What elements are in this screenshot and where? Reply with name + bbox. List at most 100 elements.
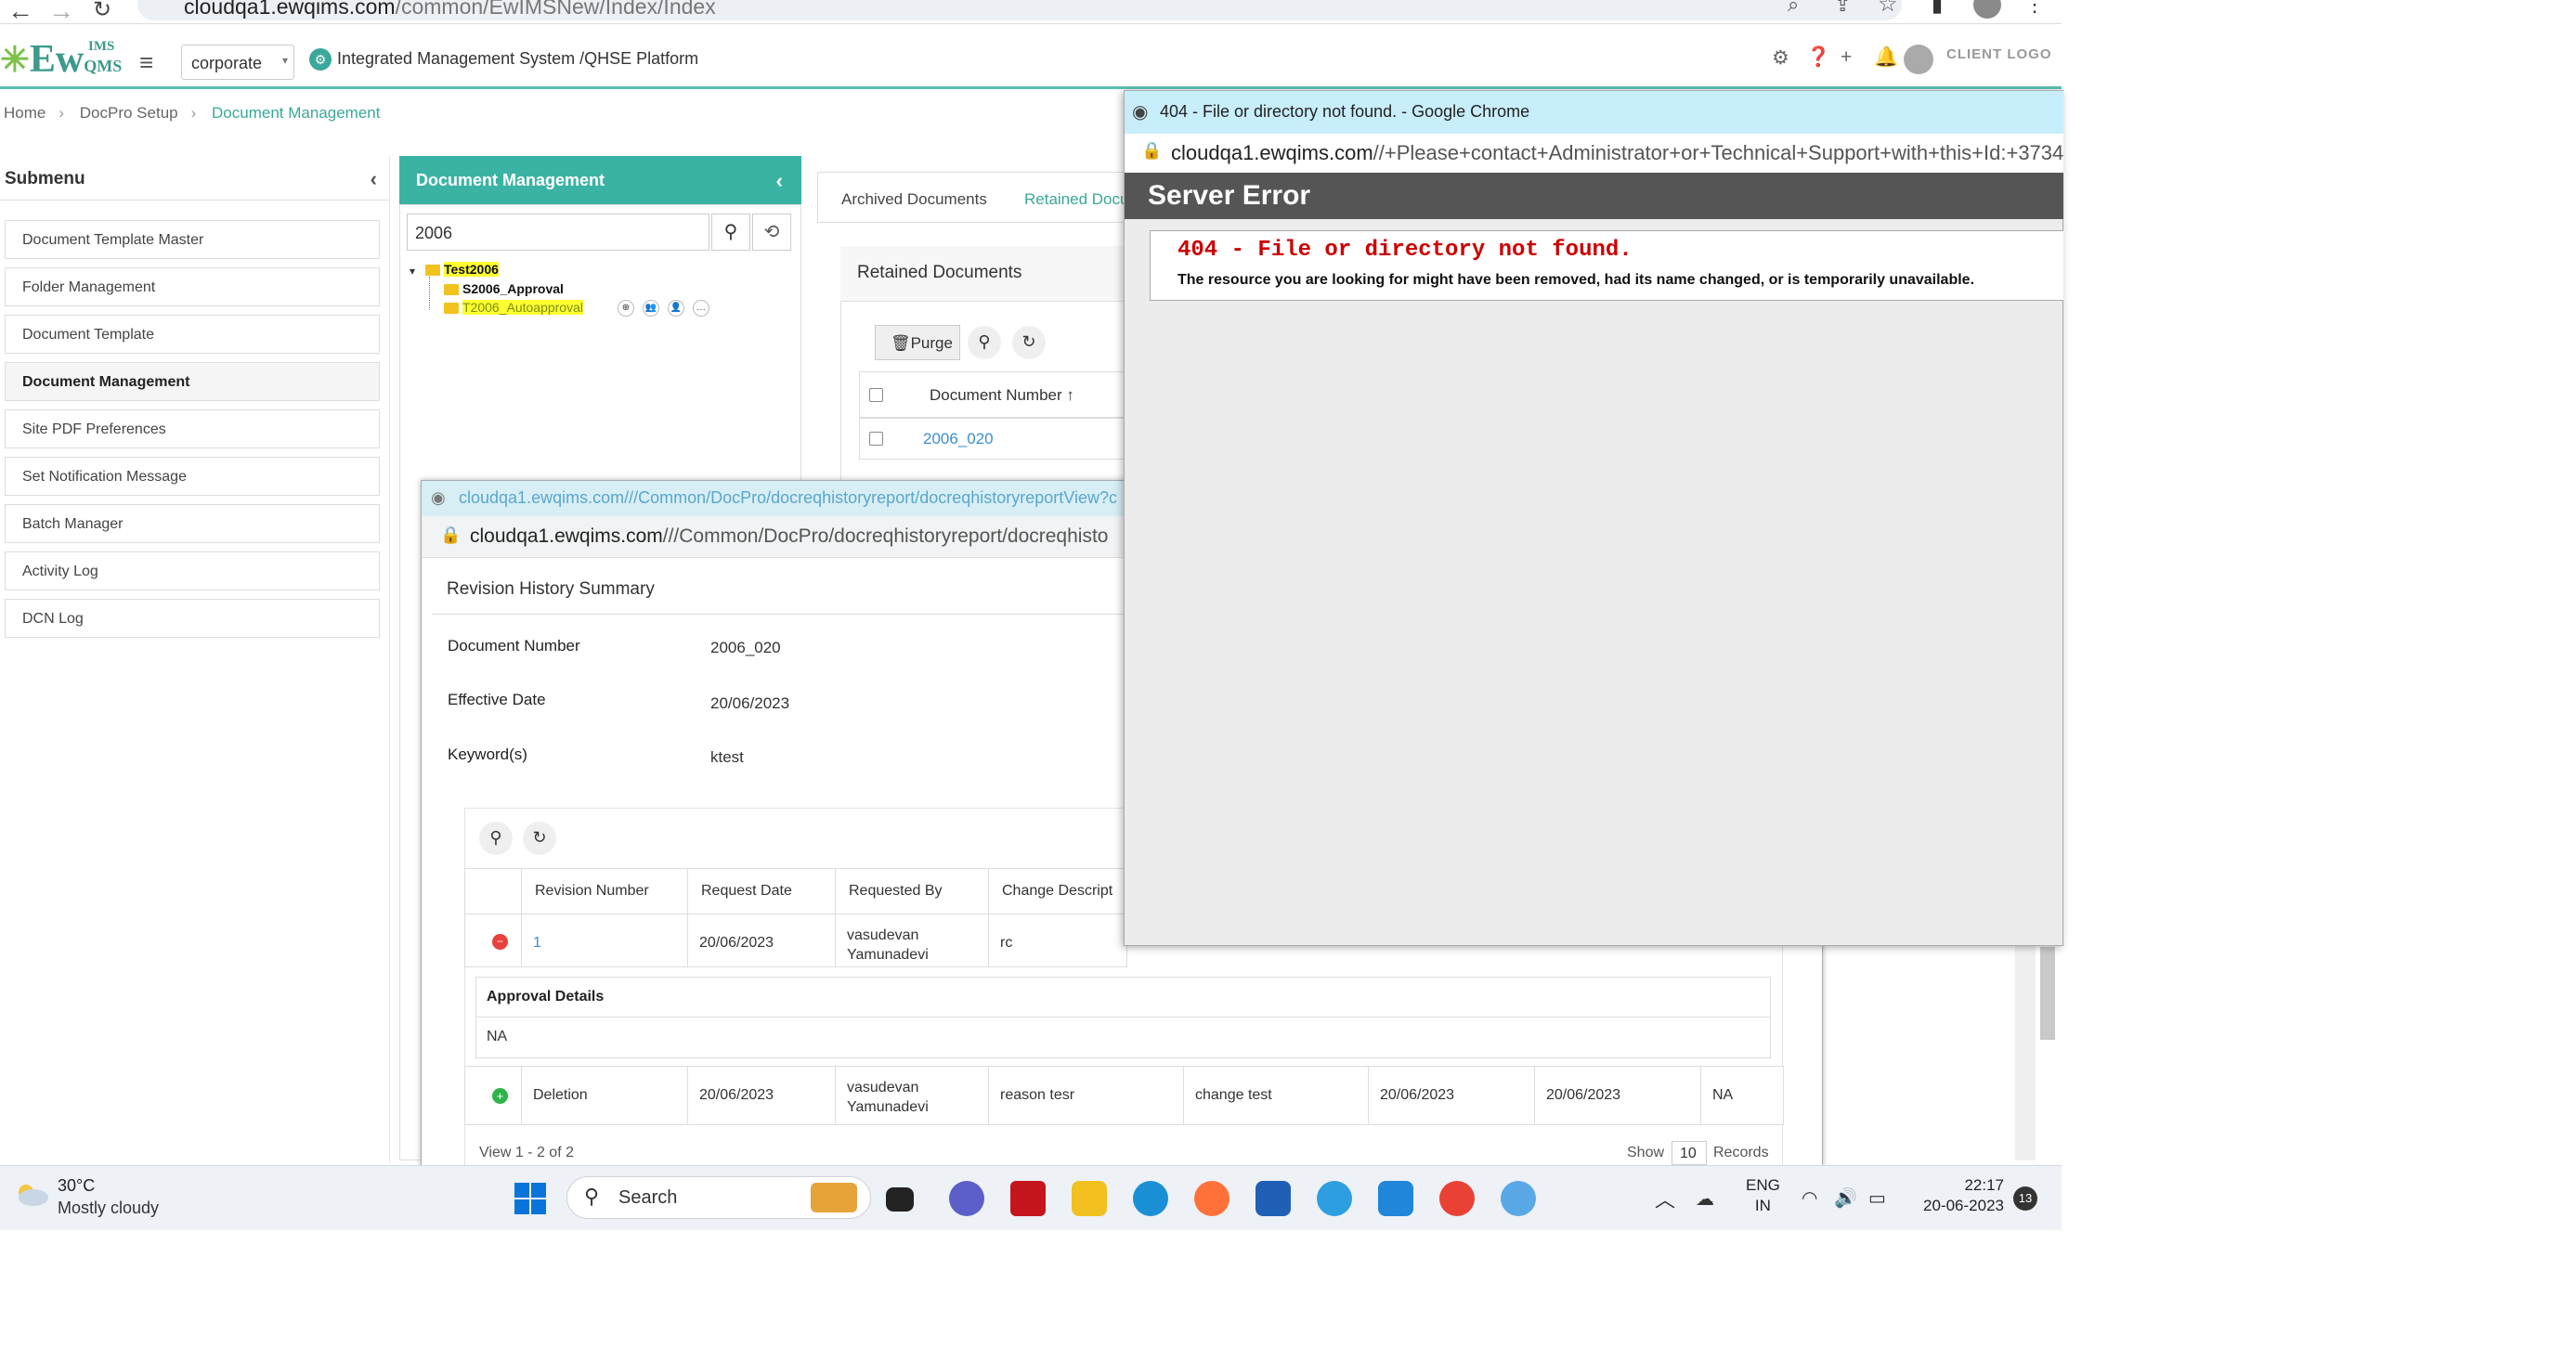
request-date-cell: 20/06/2023 <box>687 914 836 967</box>
breadcrumb-docpro-setup[interactable]: DocPro Setup <box>80 104 178 122</box>
column-requested-by[interactable]: Requested By <box>835 868 989 914</box>
add-icon[interactable]: + <box>1841 46 1852 69</box>
windows-start-icon[interactable] <box>514 1182 547 1215</box>
battery-icon[interactable]: ▭ <box>1868 1186 1886 1210</box>
myhp-icon[interactable] <box>1378 1181 1413 1216</box>
help-app-icon[interactable] <box>1317 1181 1352 1216</box>
tab-archived-documents[interactable]: Archived Documents <box>841 190 987 209</box>
effective-date-label: Effective Date <box>448 691 546 708</box>
node-action-icon[interactable]: ⊕ <box>618 300 634 317</box>
language-indicator[interactable]: ENG IN <box>1746 1175 1780 1216</box>
effective-date-value: 20/06/2023 <box>710 694 790 712</box>
platform-gear-icon: ⚙ <box>309 48 332 71</box>
purge-button[interactable]: 🗑Purge <box>875 325 960 360</box>
zoom-icon[interactable]: ⌕ <box>1788 0 1799 17</box>
retained-table-header[interactable]: Document Number ↑ <box>859 371 1133 418</box>
back-icon[interactable]: ← <box>7 0 33 26</box>
search-icon[interactable]: ⚲ <box>479 822 513 855</box>
error-window-address-bar[interactable]: 🔒 cloudqa1.ewqims.com//+Please+contact+Ad… <box>1125 134 2063 173</box>
scrollbar-thumb[interactable] <box>2040 947 2055 1040</box>
submenu-item-batch-manager[interactable]: Batch Manager <box>5 504 380 543</box>
node-users-icon[interactable]: 👥 <box>643 300 659 317</box>
search-icon[interactable]: ⚲ <box>968 326 1001 359</box>
server-error-banner: Server Error <box>1125 173 2063 219</box>
submenu-panel <box>0 156 390 1163</box>
column-revision-number[interactable]: Revision Number <box>521 868 688 914</box>
volume-icon[interactable]: 🔊 <box>1834 1186 1857 1210</box>
client-logo: CLIENT LOGO <box>1946 46 2052 62</box>
taskbar-search[interactable]: ⚲ Search <box>566 1176 871 1219</box>
submenu-item-folder-management[interactable]: Folder Management <box>5 267 380 306</box>
hamburger-menu-icon[interactable]: ≡ <box>139 48 153 77</box>
mcafee-icon[interactable] <box>1010 1181 1046 1216</box>
document-number-value: 2006_020 <box>710 639 781 656</box>
task-view-icon[interactable] <box>886 1187 914 1212</box>
notification-bell-icon[interactable]: 🔔 <box>1874 46 1898 69</box>
firefox-icon[interactable] <box>1194 1181 1229 1216</box>
more-menu-icon[interactable]: ⋮ <box>2024 0 2045 17</box>
tree-expand-icon[interactable]: ▾ <box>410 265 415 278</box>
scrollbar-track[interactable] <box>2015 928 2036 1160</box>
document-management-header: Document Management ‹ <box>399 156 801 204</box>
collapse-chevron-icon[interactable]: ‹ <box>776 169 783 193</box>
forward-icon[interactable]: → <box>48 0 74 26</box>
chrome-icon[interactable] <box>1439 1181 1475 1216</box>
address-bar[interactable]: cloudqa1.ewqims.com/common/EwIMSNew/Inde… <box>137 0 1902 20</box>
records-label: Records <box>1713 1145 1769 1160</box>
refresh-icon[interactable]: ↻ <box>523 822 556 855</box>
tree-node-s2006-approval[interactable]: S2006_Approval <box>444 281 564 296</box>
submenu-item-document-template-master[interactable]: Document Template Master <box>5 220 380 259</box>
retained-table-row: 2006_020 <box>859 418 1133 460</box>
page-size-select[interactable]: 10 <box>1672 1141 1707 1165</box>
edge-browser-icon[interactable] <box>1133 1181 1168 1216</box>
search-icon: ⚲ <box>584 1185 600 1208</box>
collapse-row-icon[interactable]: − <box>492 934 508 950</box>
tree-node-test2006[interactable]: Test2006 <box>425 262 499 277</box>
help-icon[interactable]: ❓ <box>1806 46 1830 69</box>
tab-retained-documents[interactable]: Retained Docu <box>1024 190 1128 209</box>
document-number-link[interactable]: 2006_020 <box>923 430 994 447</box>
submenu-item-dcn-log[interactable]: DCN Log <box>5 599 380 638</box>
weather-description[interactable]: Mostly cloudy <box>58 1199 159 1218</box>
collapse-chevron-icon[interactable]: ‹ <box>371 167 377 191</box>
breadcrumb-document-management[interactable]: Document Management <box>212 104 380 122</box>
user-avatar[interactable] <box>1904 45 1933 74</box>
clock[interactable]: 22:17 20-06-2023 <box>1911 1175 2004 1216</box>
submenu-item-document-management[interactable]: Document Management <box>5 362 380 401</box>
company-select[interactable]: corporate ▾ <box>181 45 294 80</box>
submenu-item-site-pdf-preferences[interactable]: Site PDF Preferences <box>5 409 380 448</box>
bookmark-star-icon[interactable]: ☆ <box>1878 0 1898 18</box>
expand-row-icon[interactable]: + <box>492 1088 508 1104</box>
side-panel-icon[interactable]: ▮ <box>1932 0 1943 17</box>
onedrive-error-icon[interactable]: ☁ <box>1696 1187 1714 1211</box>
search-icon[interactable]: ⚲ <box>711 214 750 251</box>
submenu-item-activity-log[interactable]: Activity Log <box>5 551 380 590</box>
share-icon[interactable]: ⇪ <box>1834 0 1851 17</box>
row-checkbox[interactable] <box>869 432 883 446</box>
refresh-icon[interactable]: ↻ <box>1012 326 1046 359</box>
column-change-description[interactable]: Change Descript <box>988 868 1127 914</box>
tree-search-input[interactable]: 2006 <box>407 214 709 251</box>
reload-icon[interactable]: ↻ <box>93 0 111 23</box>
tray-overflow-chevron-icon[interactable]: ︿ <box>1655 1184 1675 1213</box>
submenu-item-document-template[interactable]: Document Template <box>5 315 380 354</box>
node-more-icon[interactable]: … <box>693 300 709 317</box>
breadcrumb-home[interactable]: Home <box>4 104 46 122</box>
tree-node-t2006-autoapproval[interactable]: T2006_Autoapproval <box>444 300 583 315</box>
select-all-checkbox[interactable] <box>869 388 883 402</box>
teams-chat-icon[interactable] <box>949 1181 984 1216</box>
weather-cloud-icon[interactable] <box>13 1181 50 1207</box>
control-panel-icon[interactable] <box>1501 1181 1536 1216</box>
submenu-item-set-notification-message[interactable]: Set Notification Message <box>5 457 380 496</box>
notification-count-badge[interactable]: 13 <box>2013 1186 2037 1211</box>
node-user-icon[interactable]: 👤 <box>668 300 684 317</box>
microsoft-store-icon[interactable] <box>1255 1181 1291 1216</box>
wifi-icon[interactable]: ◠ <box>1802 1186 1817 1210</box>
document-number-label: Document Number <box>448 637 580 655</box>
weather-temperature[interactable]: 30°C <box>58 1176 95 1196</box>
settings-gear-icon[interactable]: ⚙ <box>1772 46 1789 70</box>
refresh-icon[interactable]: ⟲ <box>752 214 791 251</box>
column-request-date[interactable]: Request Date <box>687 868 836 914</box>
file-explorer-icon[interactable] <box>1072 1181 1107 1216</box>
revision-link[interactable]: 1 <box>533 935 541 951</box>
